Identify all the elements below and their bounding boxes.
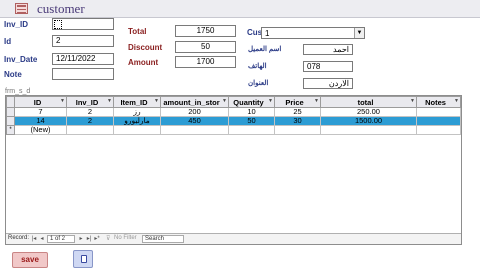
document-button[interactable]	[73, 250, 93, 268]
cell-total[interactable]	[320, 125, 417, 135]
address-field[interactable]: الاردن	[303, 78, 353, 89]
total-label: Total	[128, 27, 147, 36]
cell-total[interactable]: 1500.00	[320, 116, 417, 126]
id-field[interactable]: 2	[52, 35, 114, 47]
sort-arrow-icon: ▼	[314, 98, 319, 104]
cell-notes[interactable]	[416, 125, 461, 135]
cell-total[interactable]: 250.00	[320, 107, 417, 117]
row-selector[interactable]	[6, 116, 15, 126]
column-header-amount-in-stor[interactable]: amount_in_stor ▼	[160, 96, 229, 108]
cell-item-id[interactable]: رز	[113, 107, 161, 117]
discount-field[interactable]: 50	[175, 41, 236, 53]
cus-id-combo[interactable]: 1 ▼	[261, 27, 365, 39]
filter-icon[interactable]: ⊽	[106, 235, 110, 242]
new-record-row[interactable]: * (New)	[6, 125, 461, 135]
customer-name-field[interactable]: احمد	[303, 44, 353, 55]
record-label: Record:	[8, 235, 30, 241]
note-field[interactable]	[52, 68, 114, 80]
form-title-bar: customer	[0, 0, 480, 18]
sort-arrow-icon: ▼	[222, 98, 227, 104]
sort-arrow-icon: ▼	[410, 98, 415, 104]
note-label: Note	[4, 70, 22, 79]
cell-item-id[interactable]: مارلبورو	[113, 116, 161, 126]
cell-id[interactable]: 7	[14, 107, 67, 117]
form-title: customer	[37, 1, 85, 16]
cell-price[interactable]: 30	[274, 116, 321, 126]
discount-label: Discount	[128, 43, 163, 52]
cell-id[interactable]: 14	[14, 116, 67, 126]
sort-arrow-icon: ▼	[107, 98, 112, 104]
cell-quantity[interactable]	[228, 125, 275, 135]
select-all-cell[interactable]	[6, 96, 15, 108]
sort-arrow-icon: ▼	[154, 98, 159, 104]
customer-name-label: اسم العميل	[248, 46, 282, 53]
address-label: العنوان	[248, 80, 269, 87]
row-selector[interactable]	[6, 107, 15, 117]
record-navigation-bar: Record: |◂ ◂ 1 of 2 ▸ ▸| ▸* ⊽ No Filter …	[6, 233, 461, 244]
next-record-icon[interactable]: ▸	[77, 235, 85, 243]
cell-item-id[interactable]	[113, 125, 161, 135]
details-datasheet[interactable]: ID ▼ Inv_ID ▼ Item_ID ▼ amount_in_stor ▼ Qua…	[5, 95, 462, 245]
cus-id-value: 1	[265, 29, 270, 38]
cell-amount-in-stor[interactable]	[160, 125, 229, 135]
search-field[interactable]: Search	[142, 235, 184, 243]
cell-price[interactable]: 25	[274, 107, 321, 117]
amount-field[interactable]: 1700	[175, 56, 236, 68]
cell-notes[interactable]	[416, 107, 461, 117]
column-header-item-id[interactable]: Item_ID ▼	[113, 96, 161, 108]
sort-arrow-icon: ▼	[268, 98, 273, 104]
phone-field[interactable]: 078	[303, 61, 353, 72]
column-header-inv-id[interactable]: Inv_ID ▼	[66, 96, 114, 108]
cell-amount-in-stor[interactable]: 200	[160, 107, 229, 117]
inv-date-field[interactable]: 12/11/2022	[52, 53, 114, 65]
table-row[interactable]: 7 2 رز 200 10 25 250.00	[6, 107, 461, 117]
first-record-icon[interactable]: |◂	[30, 235, 38, 243]
chevron-down-icon[interactable]: ▼	[354, 28, 364, 38]
save-button[interactable]: save	[12, 252, 48, 268]
total-field[interactable]: 1750	[175, 25, 236, 37]
datasheet-header-row: ID ▼ Inv_ID ▼ Item_ID ▼ amount_in_stor ▼ Qua…	[6, 96, 461, 108]
cell-inv-id[interactable]: 2	[66, 107, 114, 117]
cell-quantity[interactable]: 50	[228, 116, 275, 126]
cell-inv-id[interactable]: 2	[66, 116, 114, 126]
inv-id-label: Inv_ID	[4, 20, 29, 29]
cell-inv-id[interactable]	[66, 125, 114, 135]
record-position-field[interactable]: 1 of 2	[47, 235, 75, 243]
subform-label: frm_s_d	[5, 88, 31, 95]
datasheet-table: ID ▼ Inv_ID ▼ Item_ID ▼ amount_in_stor ▼ Qua…	[6, 96, 461, 135]
column-header-quantity[interactable]: Quantity ▼	[228, 96, 275, 108]
table-row[interactable]: 14 2 مارلبورو 450 50 30 1500.00	[6, 116, 461, 126]
column-header-id[interactable]: ID ▼	[14, 96, 67, 108]
filter-status[interactable]: No Filter	[114, 235, 137, 241]
cell-amount-in-stor[interactable]: 450	[160, 116, 229, 126]
inv-date-label: Inv_Date	[4, 55, 38, 64]
cell-notes[interactable]	[416, 116, 461, 126]
new-row-marker-icon: *	[6, 125, 15, 135]
cell-price[interactable]	[274, 125, 321, 135]
last-record-icon[interactable]: ▸|	[85, 235, 93, 243]
phone-label: الهاتف	[248, 63, 267, 70]
column-header-price[interactable]: Price ▼	[274, 96, 321, 108]
form-icon	[15, 3, 28, 14]
document-icon	[81, 255, 87, 263]
new-record-icon[interactable]: ▸*	[93, 235, 101, 243]
column-header-total[interactable]: total ▼	[320, 96, 417, 108]
previous-record-icon[interactable]: ◂	[38, 235, 46, 243]
id-label: Id	[4, 37, 12, 46]
amount-label: Amount	[128, 58, 159, 67]
cell-quantity[interactable]: 10	[228, 107, 275, 117]
sort-arrow-icon: ▼	[60, 98, 65, 104]
sort-arrow-icon: ▼	[454, 98, 459, 104]
new-record-label[interactable]: (New)	[14, 125, 67, 135]
column-header-notes[interactable]: Notes ▼	[416, 96, 461, 108]
text-cursor	[54, 20, 62, 29]
